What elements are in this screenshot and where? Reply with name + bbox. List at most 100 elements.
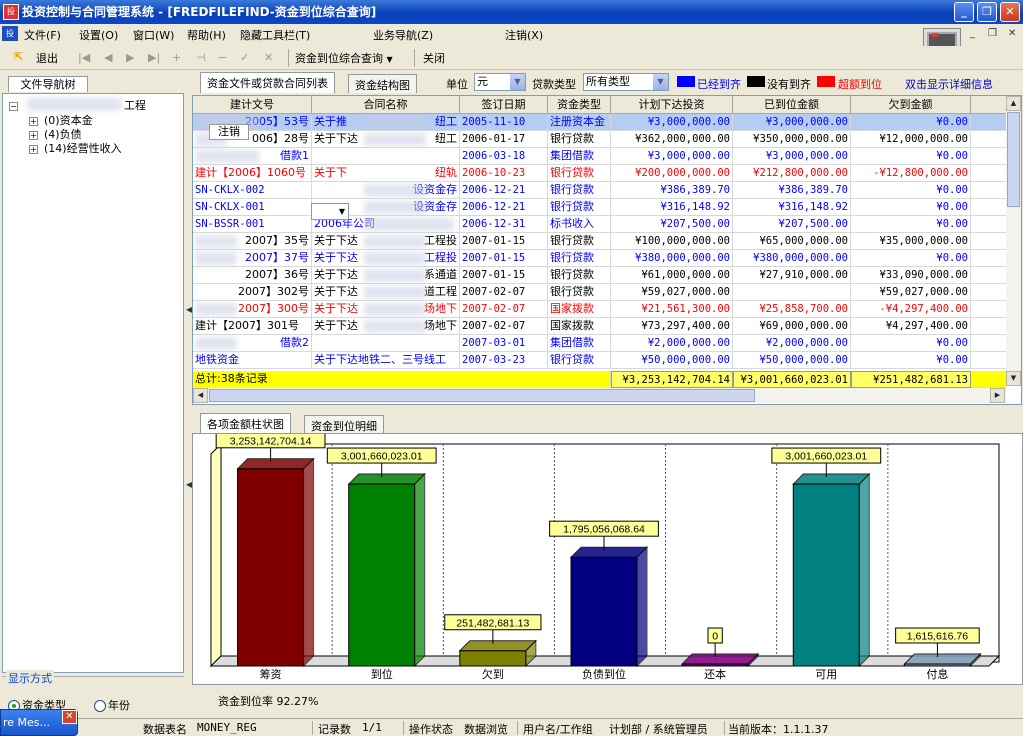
maximize-button[interactable]: ❐ [977, 2, 997, 22]
table-row[interactable]: 建计【2007】301号 关于下达 场地下 2007-02-07 国家拨款 ¥73,297… [193, 318, 1006, 335]
column-header[interactable]: 签订日期 [460, 96, 548, 114]
last-record-icon[interactable]: ▶| [148, 51, 160, 64]
horizontal-scroll-thumb[interactable] [209, 389, 755, 402]
status-op-value: 数据浏览 [464, 723, 508, 736]
unit-select[interactable]: 元 ▼ [474, 73, 526, 91]
table-cell: ¥316,148.92 [611, 199, 733, 216]
close-button[interactable]: 关闭 [423, 50, 445, 66]
pane-divider[interactable] [192, 408, 1023, 412]
menu-hide-toolbar[interactable]: 隐藏工具栏(T) [240, 27, 310, 43]
data-label: 251,482,681.13 [456, 617, 529, 629]
tab-file-nav-tree[interactable]: 文件导航树 [8, 76, 88, 92]
table-row[interactable]: 地铁资金 关于下达地铁二、三号线工 2007-03-23 银行贷款 ¥50,000,00… [193, 352, 1006, 369]
toolbar-divider [414, 49, 415, 67]
prev-record-icon[interactable]: ◀ [104, 51, 112, 64]
expand-icon[interactable]: + [29, 116, 38, 126]
status-table-label: 数据表名 [143, 723, 187, 736]
top-tabs-row: 资金文件或贷款合同列表 资金结构图 单位 元 ▼ 贷款类型 所有类型 ▼ 已经到齐 … [192, 72, 1023, 94]
inline-dropdown[interactable]: ▼ [311, 203, 349, 220]
taskbar-close-icon[interactable]: ✕ [62, 710, 77, 724]
cancel-icon[interactable]: ✕ [264, 51, 273, 64]
popup-label[interactable]: 注销 [209, 124, 249, 140]
menu-settings[interactable]: 设置(O) [79, 27, 118, 43]
next-record-icon[interactable]: ▶ [126, 51, 134, 64]
column-header[interactable]: 欠到金额 [851, 96, 971, 114]
column-header[interactable]: 合同名称 [312, 96, 460, 114]
horizontal-scrollbar[interactable]: ◀ ▶ [193, 388, 1006, 403]
scroll-right-icon[interactable]: ▶ [990, 388, 1005, 403]
table-cell: -¥4,297,400.00 [851, 301, 971, 318]
legend-swatch-full [677, 76, 695, 87]
vertical-scroll-thumb[interactable] [1007, 112, 1020, 207]
unit-label: 单位 [446, 78, 468, 91]
tab-bar-chart[interactable]: 各项金额柱状图 [200, 413, 291, 434]
splitter[interactable] [186, 73, 191, 718]
display-mode-title: 显示方式 [6, 670, 54, 686]
tab-fund-file-list[interactable]: 资金文件或贷款合同列表 [200, 72, 335, 93]
tab-fund-structure[interactable]: 资金结构图 [348, 74, 417, 93]
column-header[interactable]: 资金类型 [548, 96, 611, 114]
table-cell: 银行贷款 [548, 233, 611, 250]
table-row[interactable]: 2007】302号 关于下达 道工程 2007-02-07 银行贷款 ¥59,027,00… [193, 284, 1006, 301]
exit-button[interactable]: 退出 [36, 50, 58, 66]
tree-root[interactable]: − 工程 [9, 97, 146, 113]
loan-type-select[interactable]: 所有类型 ▼ [583, 73, 669, 91]
delete-icon[interactable]: − [218, 51, 227, 64]
expand-icon[interactable]: + [29, 130, 38, 140]
table-row[interactable]: 2007】37号 关于下达 工程投 2007-01-15 银行贷款 ¥380,000,00… [193, 250, 1006, 267]
add-icon[interactable]: + [172, 51, 181, 64]
tree-node-operating-income[interactable]: + (14)经营性收入 [29, 140, 122, 156]
column-header[interactable]: 已到位金额 [733, 96, 851, 114]
table-row[interactable]: SN-CKLX-002 设资金存 2006-12-21 银行贷款 ¥386,389.70… [193, 182, 1006, 199]
insert-icon[interactable]: ⊣ [196, 51, 206, 64]
minimize-button[interactable]: _ [954, 2, 974, 22]
table-cell: ¥380,000,000.00 [611, 250, 733, 267]
scroll-left-icon[interactable]: ◀ [193, 388, 208, 403]
scroll-down-icon[interactable]: ▼ [1006, 371, 1021, 386]
collapse-icon[interactable]: − [9, 101, 18, 111]
table-row[interactable]: 006】28号 关于下达 纽工 2006-01-17 银行贷款 ¥362,000,000.… [193, 131, 1006, 148]
radio-year[interactable]: 年份 [94, 697, 130, 713]
category-label: 负债到位 [582, 667, 626, 681]
table-row[interactable]: 2005】53号 关于推 纽工 2005-11-10 注册资本金 ¥3,000,000.0… [193, 114, 1006, 131]
table-cell: 注册资本金 [548, 114, 611, 131]
scroll-up-icon[interactable]: ▲ [1006, 96, 1021, 111]
menu-file[interactable]: 文件(F) [24, 27, 61, 43]
data-label: 3,001,660,023.01 [785, 451, 867, 463]
tab-secondary[interactable] [90, 78, 114, 92]
close-window-button[interactable]: ✕ [1000, 2, 1020, 22]
menu-window[interactable]: 窗口(W) [133, 27, 174, 43]
menu-help[interactable]: 帮助(H) [187, 27, 226, 43]
tab-fund-detail[interactable]: 资金到位明细 [304, 415, 384, 434]
app-icon: 投 [3, 4, 19, 20]
mdi-close-icon[interactable]: ✕ [1008, 28, 1016, 39]
table-cell [733, 284, 851, 301]
first-record-icon[interactable]: |◀ [78, 51, 90, 64]
vertical-scrollbar[interactable]: ▲ ▼ [1006, 96, 1021, 386]
menu-logout[interactable]: 注销(X) [505, 27, 543, 43]
legend-full: 已经到齐 [697, 78, 741, 91]
table-cell: 2007】302号 [193, 284, 312, 301]
query-dropdown-button[interactable]: 资金到位综合查询 ▼ [295, 50, 393, 66]
table-cell: 2006-12-21 [460, 182, 548, 199]
expand-icon[interactable]: + [29, 144, 38, 154]
table-row[interactable]: 借款2 2007-03-01 集团借款 ¥2,000,000.00 ¥2,000,000… [193, 335, 1006, 352]
table-cell: 关于下达 纽工 [312, 131, 460, 148]
table-row[interactable]: 2007】300号 关于下达 场地下 2007-02-07 国家拨款 ¥21,561,30… [193, 301, 1006, 318]
mdi-minimize-icon[interactable]: _ [970, 28, 975, 39]
table-cell: 关于下达 道工程 [312, 284, 460, 301]
mdi-restore-icon[interactable]: ❐ [988, 28, 997, 39]
table-cell: ¥59,027,000.00 [851, 284, 971, 301]
confirm-icon[interactable]: ✓ [240, 51, 249, 64]
table-row[interactable]: 2007】36号 关于下达 系通道 2007-01-15 银行贷款 ¥61,000,000… [193, 267, 1006, 284]
menu-business-nav[interactable]: 业务导航(Z) [373, 27, 433, 43]
table-cell: 集团借款 [548, 148, 611, 165]
table-cell: 国家拨款 [548, 318, 611, 335]
column-header[interactable]: 计划下达投资 [611, 96, 733, 114]
table-row[interactable]: 建计【2006】1060号 关于下 纽轨 2006-10-23 银行贷款 ¥200,000… [193, 165, 1006, 182]
table-row[interactable]: 2007】35号 关于下达 工程投 2007-01-15 银行贷款 ¥100,000,00… [193, 233, 1006, 250]
column-header[interactable]: 建计文号 [193, 96, 312, 114]
bar-到位 [347, 472, 426, 668]
table-cell: 银行贷款 [548, 182, 611, 199]
table-row[interactable]: 借款1 2006-03-18 集团借款 ¥3,000,000.00 ¥3,000,000… [193, 148, 1006, 165]
